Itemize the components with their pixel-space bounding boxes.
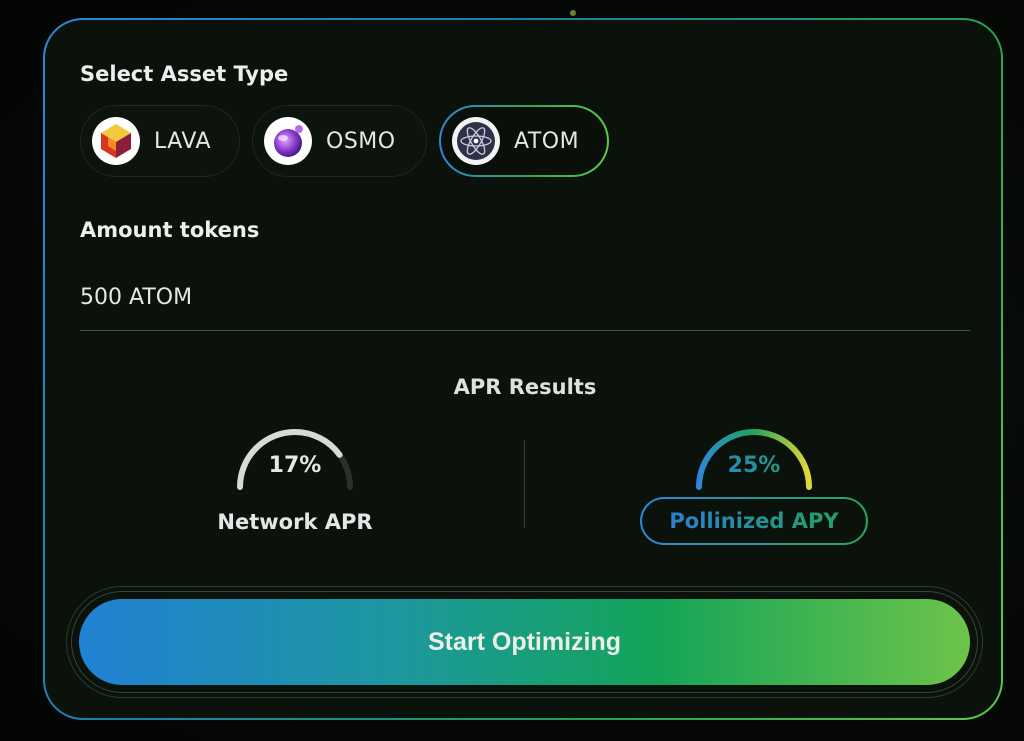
amount-label: Amount tokens <box>80 218 260 242</box>
network-apr-value: 17% <box>268 453 322 478</box>
results-divider <box>524 440 525 528</box>
sparkle <box>570 10 576 16</box>
atom-icon <box>452 117 500 165</box>
apr-results-title: APR Results <box>453 375 597 399</box>
lava-icon <box>92 117 140 165</box>
pollinized-apy-value: 25% <box>691 453 817 478</box>
pollinized-apy-badge: Pollinized APY <box>640 497 868 545</box>
card-body: Select Asset Type LAVA OSMO ATOM Amount … <box>45 20 1001 718</box>
start-optimizing-label: Start Optimizing <box>427 627 622 656</box>
network-apr-label: Network APR <box>217 510 373 534</box>
asset-type-label: Select Asset Type <box>80 62 289 86</box>
osmo-icon <box>264 117 312 165</box>
pollinized-apy-gauge: 25% <box>691 425 817 491</box>
asset-option-label: ATOM <box>514 128 580 154</box>
asset-option-label: OSMO <box>326 128 396 154</box>
asset-option-atom[interactable]: ATOM <box>439 105 609 177</box>
page-background: Select Asset Type LAVA OSMO ATOM Amount … <box>0 0 1024 741</box>
network-apr-gauge: 17% <box>232 425 358 491</box>
optimizer-card: Select Asset Type LAVA OSMO ATOM Amount … <box>43 18 1003 720</box>
start-optimizing-button[interactable]: Start Optimizing <box>79 599 970 685</box>
asset-option-lava[interactable]: LAVA <box>80 105 240 177</box>
asset-option-label: LAVA <box>154 128 212 154</box>
amount-input[interactable]: 500 ATOM <box>80 285 192 310</box>
pollinized-apy-label: Pollinized APY <box>669 509 839 533</box>
amount-underline <box>80 330 970 331</box>
asset-option-osmo[interactable]: OSMO <box>252 105 427 177</box>
